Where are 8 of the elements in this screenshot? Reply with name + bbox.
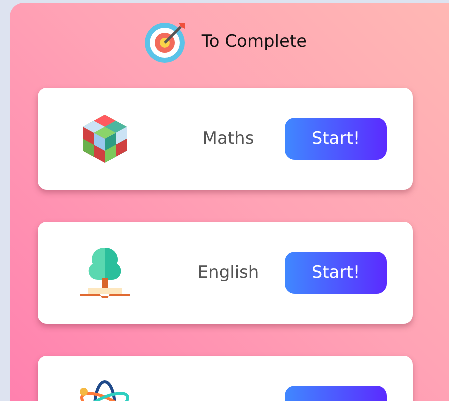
subject-name: Maths — [202, 129, 254, 149]
start-button[interactable]: Start! — [285, 118, 387, 160]
target-icon — [144, 20, 188, 64]
cube-icon — [81, 113, 129, 165]
subject-name: English — [198, 263, 260, 283]
section-title: To Complete — [202, 32, 308, 52]
tree-on-book-icon — [78, 246, 132, 300]
start-button[interactable]: Start! — [285, 252, 387, 294]
